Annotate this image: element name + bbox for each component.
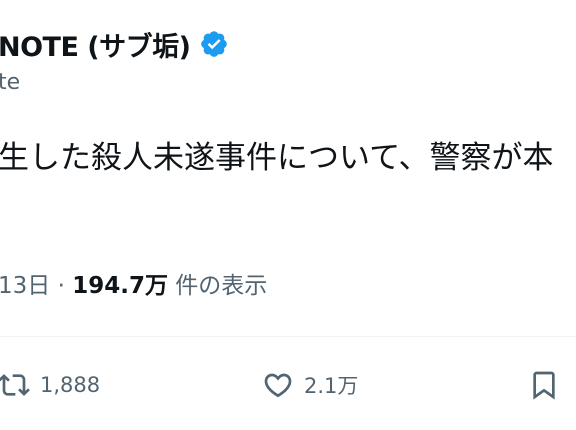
retweet-button[interactable]: 1,888 xyxy=(0,360,100,410)
bookmark-button[interactable] xyxy=(528,360,560,410)
retweet-count: 1,888 xyxy=(40,373,101,397)
author-name[interactable]: NOTE (サブ垢) xyxy=(0,25,191,64)
tweet-text: 生した殺人未遂事件について、警察が本 xyxy=(0,140,554,176)
divider xyxy=(0,336,576,337)
retweet-icon xyxy=(0,369,30,401)
heart-icon xyxy=(262,369,294,401)
verified-badge-icon[interactable] xyxy=(199,29,229,59)
tweet-detail: NOTE (サブ垢) te 生した殺人未遂事件について、警察が本 13日 · 1… xyxy=(0,0,576,430)
action-bar: 1,888 2.1万 xyxy=(0,360,576,410)
tweet-meta: 13日 · 194.7万 件の表示 xyxy=(0,266,267,300)
meta-separator: · xyxy=(57,273,65,299)
like-count: 2.1万 xyxy=(304,374,359,398)
like-button[interactable]: 2.1万 xyxy=(262,360,358,410)
tweet-date[interactable]: 13日 xyxy=(0,273,50,299)
views-label: 件の表示 xyxy=(175,273,268,299)
bookmark-icon xyxy=(528,369,560,401)
views-count: 194.7万 xyxy=(72,273,168,299)
author-handle[interactable]: te xyxy=(0,70,20,95)
author-row: NOTE (サブ垢) xyxy=(0,24,229,64)
